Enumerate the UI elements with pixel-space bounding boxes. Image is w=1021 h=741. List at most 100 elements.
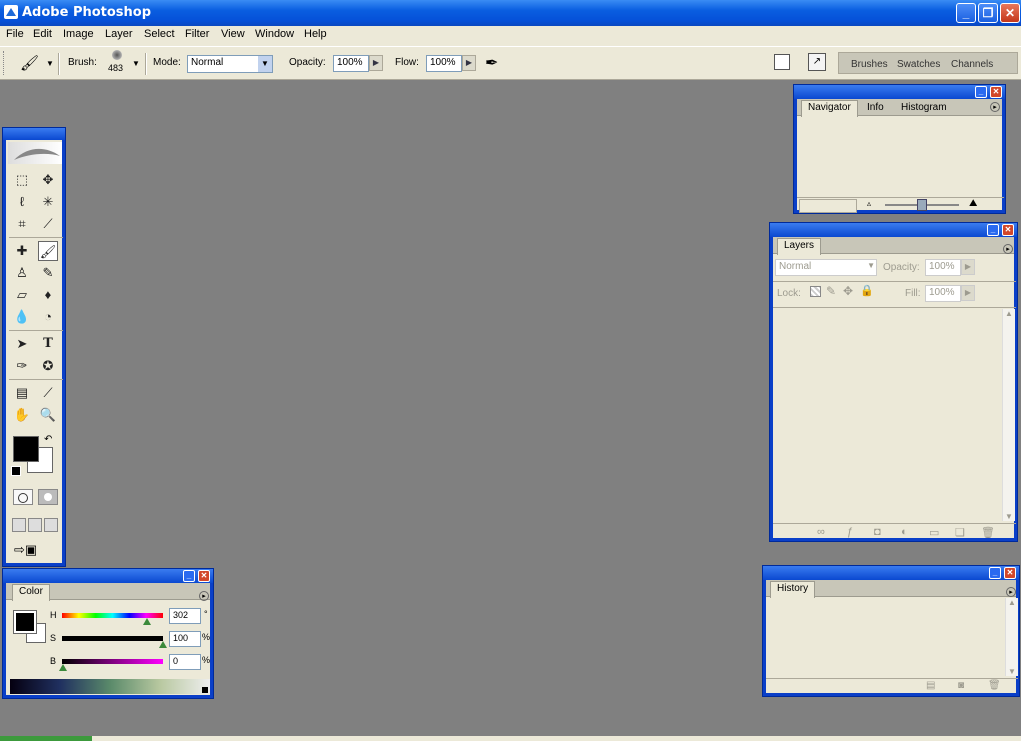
lock-image-icon[interactable]: ✎ xyxy=(826,284,836,298)
menu-help[interactable]: Help xyxy=(304,28,327,40)
link-layers-icon[interactable]: ∞ xyxy=(817,526,825,538)
dodge-icon[interactable]: ◔ xyxy=(38,307,58,327)
jump-to-imageready-icon[interactable]: ↗ xyxy=(808,53,826,71)
new-document-from-state-icon[interactable]: ▤ xyxy=(926,680,935,691)
brightness-input[interactable]: 0 xyxy=(169,654,201,670)
lasso-icon[interactable]: ℓ xyxy=(12,192,32,212)
eraser-icon[interactable]: ▱ xyxy=(12,285,32,305)
color-palette-titlebar[interactable]: _ ✕ xyxy=(3,569,213,583)
brush-dropdown-icon[interactable]: ▼ xyxy=(132,59,140,68)
history-scroll-up-icon[interactable]: ▲ xyxy=(1008,598,1016,607)
opacity-slider-button[interactable]: ▶ xyxy=(369,55,383,71)
menu-image[interactable]: Image xyxy=(63,28,94,40)
marquee-icon[interactable]: ⬚ xyxy=(12,170,32,190)
layers-fill-input[interactable]: 100% xyxy=(925,285,961,302)
flow-input[interactable]: 100% xyxy=(426,55,462,72)
toolbox-titlebar[interactable] xyxy=(3,128,65,140)
screen-mode-full-menu-icon[interactable] xyxy=(28,518,42,532)
default-colors-icon[interactable] xyxy=(11,466,21,476)
new-layer-icon[interactable]: ❏ xyxy=(955,526,965,539)
navigator-zoom-field[interactable] xyxy=(799,199,857,213)
slice-icon[interactable]: ⟋ xyxy=(38,214,58,234)
navigator-zoom-thumb[interactable] xyxy=(917,199,927,211)
new-group-icon[interactable]: ▭ xyxy=(929,526,939,539)
jump-to-imageready-toolbox-icon[interactable]: ⇨▣ xyxy=(14,542,58,560)
foreground-color-swatch[interactable] xyxy=(13,436,39,462)
menu-window[interactable]: Window xyxy=(255,28,294,40)
pen-icon[interactable]: ✑ xyxy=(12,356,32,376)
zoom-icon[interactable]: 🔍 xyxy=(38,405,58,425)
well-tab-swatches[interactable]: Swatches xyxy=(897,59,940,70)
tool-preset-dropdown-icon[interactable]: ▼ xyxy=(46,59,54,68)
well-tab-channels[interactable]: Channels xyxy=(951,59,993,70)
minimize-button[interactable]: _ xyxy=(956,3,976,23)
tab-info[interactable]: Info xyxy=(861,101,890,114)
screen-mode-standard-icon[interactable] xyxy=(12,518,26,532)
history-titlebar[interactable]: _ ✕ xyxy=(763,566,1019,580)
magic-wand-icon[interactable]: ✳ xyxy=(38,192,58,212)
notes-icon[interactable]: ▤ xyxy=(12,383,32,403)
quick-mask-icon[interactable] xyxy=(38,489,58,505)
menu-view[interactable]: View xyxy=(221,28,245,40)
menu-edit[interactable]: Edit xyxy=(33,28,52,40)
color-ramp-black-swatch[interactable] xyxy=(202,687,208,693)
navigator-menu-icon[interactable]: ▸ xyxy=(990,102,1000,112)
saturation-slider[interactable] xyxy=(62,636,163,641)
brush-tip-icon[interactable] xyxy=(112,50,122,60)
layers-opacity-input[interactable]: 100% xyxy=(925,259,961,276)
path-selection-icon[interactable]: ➤ xyxy=(12,334,32,354)
scroll-up-icon[interactable]: ▲ xyxy=(1005,309,1013,318)
chevron-down-icon[interactable]: ▼ xyxy=(258,56,272,72)
paintbrush-icon[interactable]: 🖌 xyxy=(20,54,39,72)
menu-select[interactable]: Select xyxy=(144,28,175,40)
paintbrush-tool-icon[interactable]: 🖌 xyxy=(38,241,58,261)
hue-input[interactable]: 302 xyxy=(169,608,201,624)
custom-shape-icon[interactable]: ✪ xyxy=(38,356,58,376)
layers-minimize-button[interactable]: _ xyxy=(987,224,999,236)
navigator-close-button[interactable]: ✕ xyxy=(990,86,1002,98)
color-minimize-button[interactable]: _ xyxy=(183,570,195,582)
tab-history[interactable]: History xyxy=(770,581,816,598)
saturation-input[interactable]: 100 xyxy=(169,631,201,647)
restore-button[interactable]: ❐ xyxy=(978,3,998,23)
brightness-slider[interactable] xyxy=(62,659,163,664)
layers-close-button[interactable]: ✕ xyxy=(1002,224,1014,236)
color-menu-icon[interactable]: ▸ xyxy=(199,591,209,601)
history-brush-icon[interactable]: ✎ xyxy=(38,263,58,283)
lock-all-icon[interactable]: 🔒 xyxy=(860,284,874,297)
airbrush-icon[interactable]: ✒ xyxy=(485,53,498,73)
zoom-in-icon[interactable]: ⛰ xyxy=(969,198,977,209)
tab-histogram[interactable]: Histogram xyxy=(895,101,953,114)
clone-stamp-icon[interactable]: ♙ xyxy=(12,263,32,283)
start-button[interactable] xyxy=(0,736,92,741)
chevron-down-icon[interactable]: ▼ xyxy=(867,261,875,270)
color-fg-swatch[interactable] xyxy=(13,610,37,634)
history-scroll-down-icon[interactable]: ▼ xyxy=(1008,667,1016,676)
move-icon[interactable]: ✥ xyxy=(38,170,58,190)
type-icon[interactable]: T xyxy=(38,334,58,354)
saturation-slider-thumb[interactable] xyxy=(159,641,167,648)
hue-slider-thumb[interactable] xyxy=(143,618,151,625)
opacity-input[interactable]: 100% xyxy=(333,55,369,72)
options-grip[interactable] xyxy=(3,51,7,75)
brightness-slider-thumb[interactable] xyxy=(59,664,67,671)
layers-fill-slider-button[interactable]: ▶ xyxy=(961,285,975,301)
close-button[interactable]: ✕ xyxy=(1000,3,1020,23)
paint-bucket-icon[interactable]: ♦ xyxy=(38,285,58,305)
flow-slider-button[interactable]: ▶ xyxy=(462,55,476,71)
layers-titlebar[interactable]: _ ✕ xyxy=(770,223,1017,237)
new-snapshot-icon[interactable]: ◙ xyxy=(958,680,964,691)
menu-filter[interactable]: Filter xyxy=(185,28,209,40)
standard-mode-icon[interactable] xyxy=(13,489,33,505)
history-menu-icon[interactable]: ▸ xyxy=(1006,587,1016,597)
lock-transparency-icon[interactable] xyxy=(810,286,821,297)
tab-layers[interactable]: Layers xyxy=(777,238,822,255)
menu-file[interactable]: File xyxy=(6,28,24,40)
eyedropper-icon[interactable]: ⟋ xyxy=(38,383,58,403)
hand-icon[interactable]: ✋ xyxy=(12,405,32,425)
tab-color[interactable]: Color xyxy=(12,584,50,601)
delete-state-icon[interactable]: 🗑 xyxy=(988,680,1001,691)
crop-icon[interactable]: ⌗ xyxy=(12,214,32,234)
layer-mask-icon[interactable]: ◘ xyxy=(874,526,881,538)
history-minimize-button[interactable]: _ xyxy=(989,567,1001,579)
